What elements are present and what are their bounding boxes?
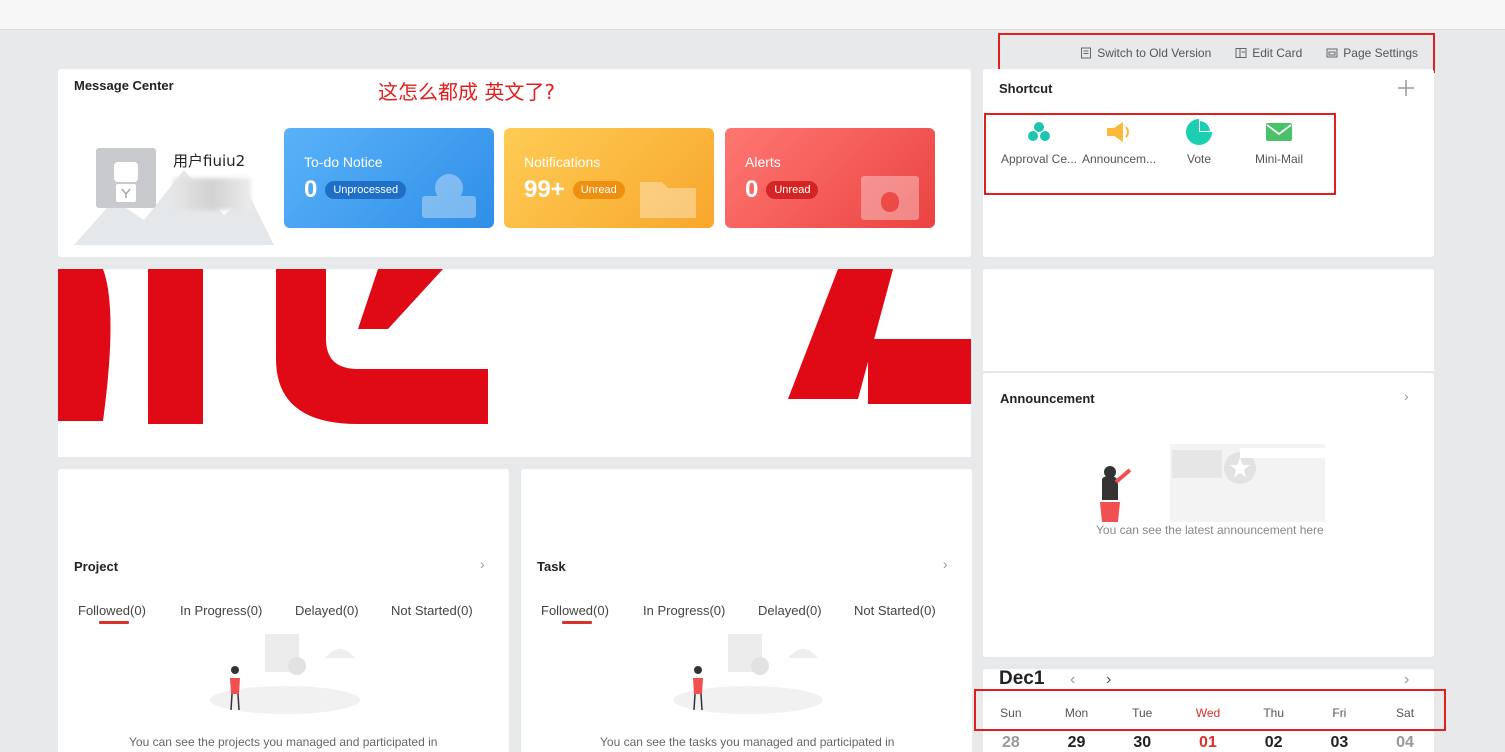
folder-speaker-icon	[640, 182, 696, 218]
annotation-text: 这怎么都成 英文了?	[378, 80, 555, 104]
user-name: 用户fiuiu2	[173, 152, 246, 170]
todo-notice-label: To-do Notice	[304, 154, 383, 170]
project-tab-delayed[interactable]: Delayed(0)	[295, 603, 391, 618]
annotation-box-toolbar	[998, 33, 1435, 73]
task-tabs: Followed(0) In Progress(0) Delayed(0) No…	[541, 603, 936, 618]
alerts-label: Alerts	[745, 154, 781, 170]
task-tab-not-started[interactable]: Not Started(0)	[854, 603, 936, 618]
announcement-empty-illustration	[1100, 444, 1325, 522]
notifications-badge: Unread	[572, 181, 625, 199]
add-shortcut-icon[interactable]	[1396, 78, 1416, 98]
project-tabs: Followed(0) In Progress(0) Delayed(0) No…	[78, 603, 473, 618]
date-cell[interactable]: 04	[1380, 734, 1430, 752]
notifications-tile[interactable]: Notifications 99+ Unread	[504, 128, 714, 228]
project-more-icon[interactable]: ›	[480, 556, 485, 572]
announcement-more-icon[interactable]: ›	[1404, 388, 1409, 404]
task-title: Task	[537, 559, 566, 574]
task-tab-followed[interactable]: Followed(0)	[541, 603, 643, 618]
date-cell[interactable]: 30	[1117, 734, 1167, 752]
top-bar	[0, 0, 1505, 30]
task-more-icon[interactable]: ›	[943, 556, 948, 572]
project-tab-in-progress[interactable]: In Progress(0)	[180, 603, 295, 618]
calendar-dates: 28 29 30 01 02 03 04	[978, 734, 1438, 752]
project-empty-illustration	[210, 634, 360, 714]
banner-graphic	[58, 269, 971, 424]
project-tab-underline	[99, 621, 129, 624]
task-tab-underline	[562, 621, 592, 624]
inbox-clock-icon	[422, 174, 476, 218]
announcement-empty-text: You can see the latest announcement here	[1096, 523, 1324, 537]
blank-card	[983, 269, 1434, 371]
annotation-box-shortcut	[984, 113, 1336, 195]
date-cell-today[interactable]: 01	[1183, 734, 1233, 752]
alerts-badge: Unread	[766, 181, 819, 199]
user-info-blurred	[173, 178, 251, 210]
project-tab-not-started[interactable]: Not Started(0)	[391, 603, 473, 618]
avatar[interactable]	[96, 148, 156, 208]
user-placeholder-icon	[114, 162, 138, 202]
task-empty-illustration	[673, 634, 823, 714]
date-cell[interactable]: 29	[1052, 734, 1102, 752]
calendar-month: Dec1	[999, 668, 1045, 689]
date-cell[interactable]: 28	[986, 734, 1036, 752]
calendar-more-icon[interactable]: ›	[1404, 671, 1409, 689]
date-cell[interactable]: 03	[1314, 734, 1364, 752]
calendar-prev-icon[interactable]: ‹	[1070, 671, 1075, 689]
banner-image[interactable]	[58, 269, 971, 457]
alerts-tile[interactable]: Alerts 0 Unread	[725, 128, 935, 228]
todo-count: 0	[304, 176, 318, 203]
task-tab-in-progress[interactable]: In Progress(0)	[643, 603, 758, 618]
alarm-browser-icon	[861, 176, 919, 220]
project-empty-text: You can see the projects you managed and…	[129, 735, 438, 749]
shortcut-title: Shortcut	[999, 81, 1053, 96]
todo-notice-tile[interactable]: To-do Notice 0 Unprocessed	[284, 128, 494, 228]
date-cell[interactable]: 02	[1249, 734, 1299, 752]
notifications-count: 99+	[524, 176, 565, 203]
todo-badge: Unprocessed	[325, 181, 407, 199]
project-title: Project	[74, 559, 119, 574]
task-tab-delayed[interactable]: Delayed(0)	[758, 603, 854, 618]
calendar-next-icon[interactable]: ›	[1106, 671, 1111, 689]
annotation-box-calendar	[974, 689, 1446, 731]
task-empty-text: You can see the tasks you managed and pa…	[600, 735, 895, 749]
project-tab-followed[interactable]: Followed(0)	[78, 603, 180, 618]
alerts-count: 0	[745, 176, 759, 203]
message-center-title: Message Center	[74, 78, 174, 93]
announcement-title: Announcement	[1000, 391, 1095, 406]
notifications-label: Notifications	[524, 154, 601, 170]
